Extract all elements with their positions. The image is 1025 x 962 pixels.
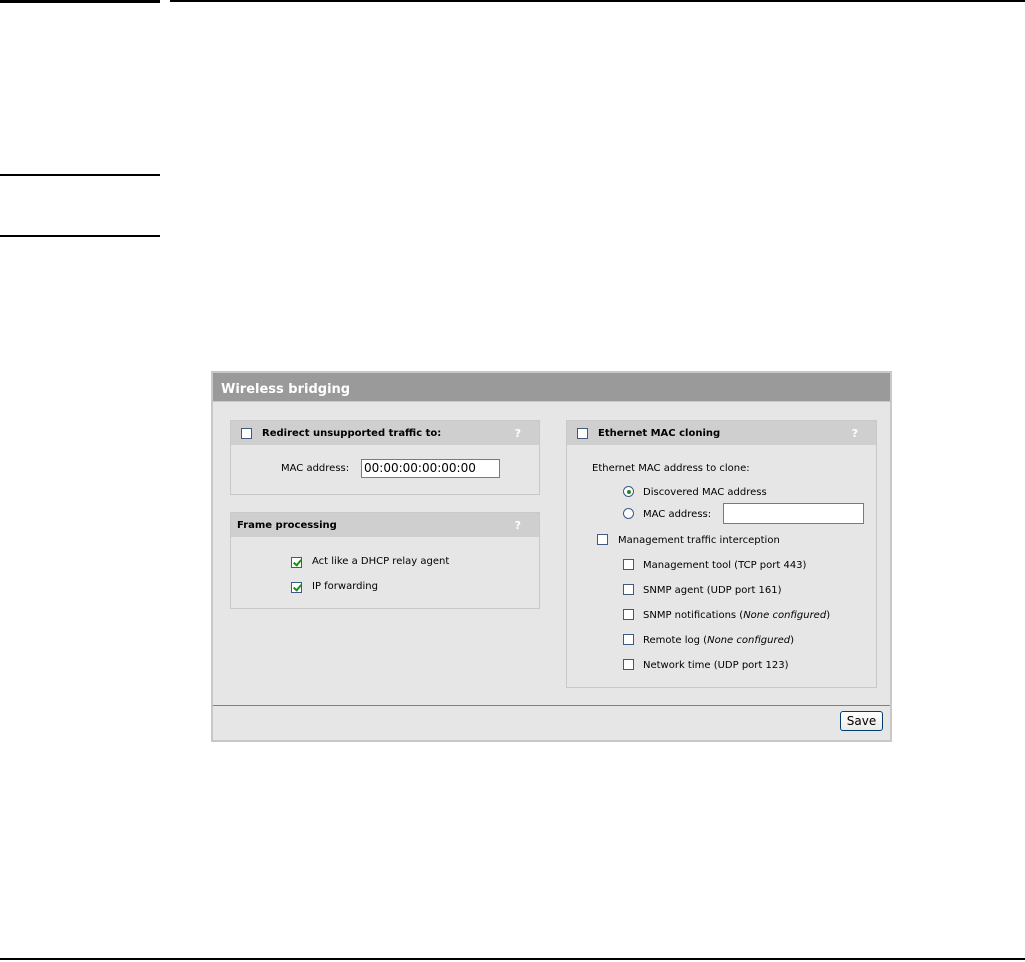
- frame-processing-label: Frame processing: [237, 520, 337, 531]
- snmp-notifications-note: None configured: [743, 610, 827, 621]
- network-time-checkbox[interactable]: [623, 659, 634, 670]
- snmp-agent-label: SNMP agent (UDP port 161): [643, 585, 782, 596]
- redirect-header: Redirect unsupported traffic to: ?: [231, 421, 539, 445]
- snmp-notifications-checkbox[interactable]: [623, 609, 634, 620]
- ip-forwarding-label: IP forwarding: [312, 581, 378, 592]
- document-rule-top-left: [0, 0, 160, 3]
- document-rule-section-1: [0, 174, 160, 176]
- frame-processing-box: Frame processing ? Act like a DHCP relay…: [230, 512, 540, 609]
- ethernet-mac-cloning-help-icon[interactable]: ?: [852, 421, 858, 447]
- ethernet-mac-cloning-checkbox[interactable]: [577, 428, 588, 439]
- dhcp-relay-label: Act like a DHCP relay agent: [312, 556, 450, 567]
- document-rule-section-2: [0, 235, 160, 237]
- dhcp-relay-checkbox[interactable]: [291, 557, 302, 568]
- ethernet-mac-cloning-box: Ethernet MAC cloning ? Ethernet MAC addr…: [566, 420, 877, 688]
- redirect-checkbox[interactable]: [241, 428, 252, 439]
- management-tool-label: Management tool (TCP port 443): [643, 560, 807, 571]
- management-interception-checkbox[interactable]: [597, 534, 608, 545]
- ethernet-mac-cloning-header: Ethernet MAC cloning ?: [567, 421, 876, 445]
- management-tool-checkbox[interactable]: [623, 559, 634, 570]
- redirect-mac-label: MAC address:: [281, 463, 350, 474]
- ip-forwarding-checkbox[interactable]: [291, 582, 302, 593]
- redirect-box: Redirect unsupported traffic to: ? MAC a…: [230, 420, 540, 495]
- frame-processing-help-icon[interactable]: ?: [515, 513, 521, 539]
- ethernet-mac-cloning-label: Ethernet MAC cloning: [598, 428, 721, 439]
- save-button[interactable]: Save: [840, 711, 883, 731]
- redirect-help-icon[interactable]: ?: [515, 421, 521, 447]
- redirect-mac-input[interactable]: 00:00:00:00:00:00: [361, 459, 500, 478]
- snmp-agent-checkbox[interactable]: [623, 584, 634, 595]
- wireless-bridging-panel: Wireless bridging Redirect unsupported t…: [211, 371, 892, 742]
- remote-log-note: None configured: [707, 635, 791, 646]
- mac-to-clone-label: Ethernet MAC address to clone:: [592, 463, 750, 474]
- network-time-label: Network time (UDP port 123): [643, 660, 789, 671]
- document-rule-bottom: [0, 958, 1025, 960]
- remote-log-checkbox[interactable]: [623, 634, 634, 645]
- document-rule-top-right: [170, 0, 1025, 2]
- discovered-mac-label: Discovered MAC address: [643, 487, 767, 498]
- remote-log-label: Remote log (None configured): [643, 635, 794, 646]
- panel-title: Wireless bridging: [213, 373, 890, 402]
- management-interception-label: Management traffic interception: [618, 535, 780, 546]
- custom-mac-input[interactable]: [723, 503, 864, 524]
- snmp-notifications-label: SNMP notifications (None configured): [643, 610, 831, 621]
- frame-processing-header: Frame processing ?: [231, 513, 539, 537]
- custom-mac-label: MAC address:: [643, 509, 712, 520]
- custom-mac-radio[interactable]: [623, 508, 634, 519]
- redirect-label: Redirect unsupported traffic to:: [262, 428, 442, 439]
- panel-footer-divider: [213, 705, 890, 706]
- discovered-mac-radio[interactable]: [623, 486, 634, 497]
